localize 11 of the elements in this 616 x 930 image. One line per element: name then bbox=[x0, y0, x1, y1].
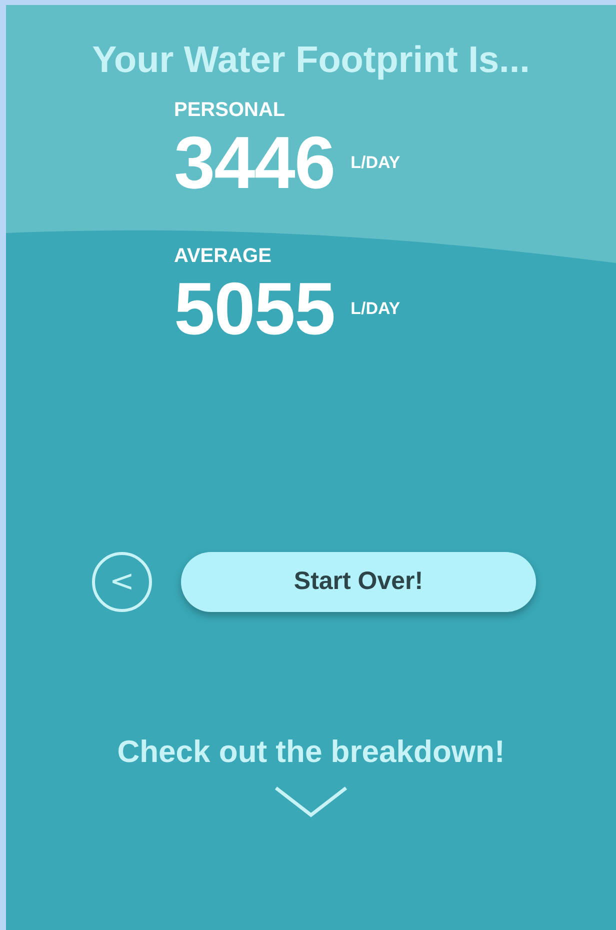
stat-value: 5055 bbox=[174, 270, 335, 348]
unit-label: L/DAY bbox=[350, 152, 400, 174]
page-title: Your Water Footprint Is... bbox=[91, 38, 531, 82]
breakdown-label: Check out the breakdown! bbox=[117, 734, 505, 770]
start-over-button[interactable]: Start Over! bbox=[181, 552, 536, 612]
back-icon: < bbox=[109, 567, 135, 597]
chevron-down-icon[interactable] bbox=[274, 786, 348, 818]
stat-value: 3446 bbox=[174, 124, 335, 202]
unit-label: L/DAY bbox=[350, 298, 400, 320]
stat-label: AVERAGE bbox=[174, 244, 272, 268]
stat-label: PERSONAL bbox=[174, 98, 286, 122]
